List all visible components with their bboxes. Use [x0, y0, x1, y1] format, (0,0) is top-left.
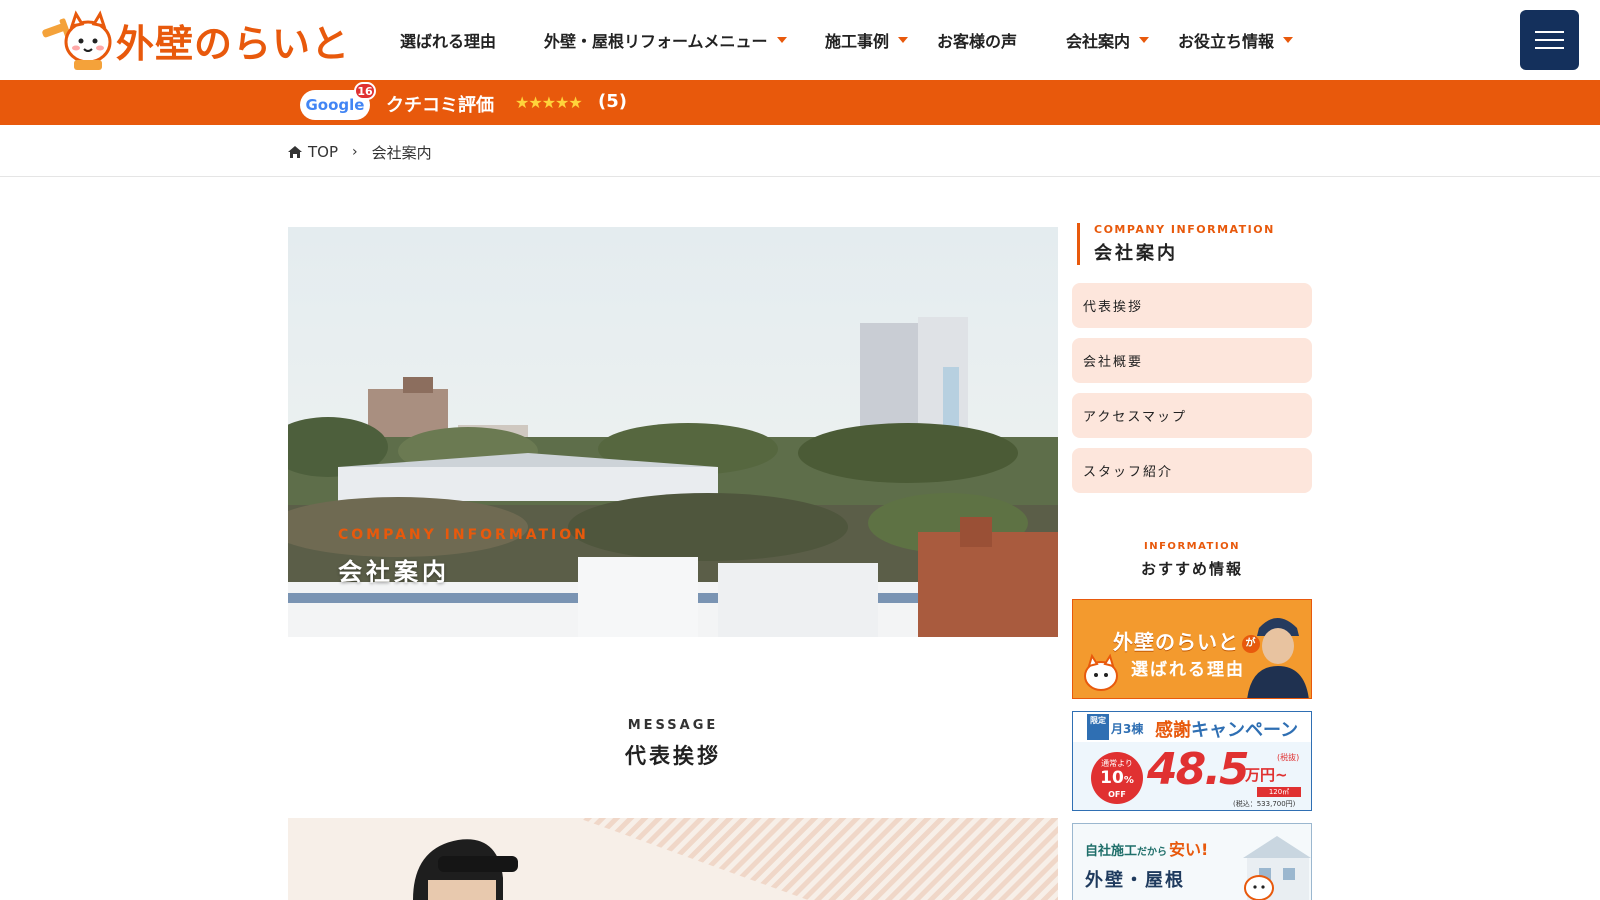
nav-label: お客様の声	[937, 32, 1018, 51]
sidebar-heading: COMPANY INFORMATION 会社案内	[1077, 223, 1275, 265]
nav-item-company[interactable]: 会社案内	[1066, 28, 1178, 52]
message-subtitle: MESSAGE	[627, 718, 719, 733]
chevron-right-icon: ›	[352, 144, 358, 160]
nav-label: 外壁・屋根リフォームメニュー	[544, 32, 768, 51]
house-illustration-icon	[1243, 836, 1311, 900]
review-score: (5)	[598, 91, 627, 112]
banner-self-line1: 自社施工だから 安い!	[1085, 836, 1208, 860]
nav-item-reasons[interactable]: 選ばれる理由	[400, 28, 544, 52]
caret-down-icon	[1283, 37, 1294, 43]
star-rating: ★★★★★	[515, 93, 583, 112]
review-bar[interactable]	[0, 80, 1600, 125]
sidebar-link-message[interactable]: 代表挨拶	[1072, 283, 1312, 328]
banner-self-line1b: だから	[1137, 847, 1168, 858]
home-icon	[288, 146, 302, 158]
staff-photo-icon	[1247, 618, 1309, 698]
sidebar-title: 会社案内	[1094, 243, 1178, 264]
nav-label: 施工事例	[825, 32, 890, 51]
sidebar-link-staff[interactable]: スタッフ紹介	[1072, 448, 1312, 493]
review-label: クチコミ評価	[386, 95, 494, 116]
representative-photo	[288, 818, 1058, 900]
nav-label: 会社案内	[1066, 32, 1131, 51]
discount-badge: 通常より 10% OFF	[1091, 752, 1143, 804]
banner-self-line1c: 安い!	[1169, 840, 1209, 859]
breadcrumb-home[interactable]: TOP	[308, 143, 338, 161]
banner-self-construction[interactable]: 自社施工だから 安い! 外壁・屋根	[1072, 823, 1312, 900]
mascot-logo-icon	[40, 8, 114, 72]
google-logo-text: Google	[305, 96, 365, 114]
banner-campaign[interactable]: 限定 月3棟 感謝キャンペーン 通常より 10% OFF 48.5 万円~ (税…	[1072, 711, 1312, 811]
campaign-price-unit: 万円~	[1245, 766, 1288, 784]
caret-down-icon	[776, 37, 787, 43]
caret-down-icon	[898, 37, 909, 43]
badge-pct: 10%	[1091, 769, 1143, 790]
badge-pct-unit: %	[1123, 775, 1134, 786]
sidebar-link-access[interactable]: アクセスマップ	[1072, 393, 1312, 438]
banner-reasons-line1: 外壁のらいとが	[1113, 626, 1260, 655]
hero-subtitle: COMPANY INFORMATION	[338, 527, 589, 543]
breadcrumb-current: 会社案内	[371, 143, 432, 162]
banner-campaign-limited: 限定	[1087, 714, 1109, 740]
banner-campaign-title-b: キャンペーン	[1191, 720, 1299, 741]
nav-label: 選ばれる理由	[400, 32, 497, 51]
hamburger-icon-bar	[1535, 47, 1564, 49]
badge-pct-value: 10	[1100, 768, 1124, 788]
banner-reasons[interactable]: 外壁のらいとが 選ばれる理由	[1072, 599, 1312, 699]
nav-item-voices[interactable]: お客様の声	[937, 28, 1066, 52]
mascot-icon	[1084, 653, 1118, 691]
representative-photo-art	[413, 818, 1058, 900]
info-title: おすすめ情報	[1140, 560, 1243, 578]
hamburger-menu-button[interactable]	[1520, 10, 1579, 70]
nav-label: お役立ち情報	[1178, 32, 1275, 51]
review-count-badge: 16	[354, 82, 376, 100]
caret-down-icon	[1139, 37, 1150, 43]
global-nav: 選ばれる理由 外壁・屋根リフォームメニュー 施工事例 お客様の声 会社案内 お役…	[400, 0, 1294, 80]
banner-campaign-title: 感謝キャンペーン	[1155, 716, 1298, 742]
nav-item-reform-menu[interactable]: 外壁・屋根リフォームメニュー	[544, 28, 825, 52]
breadcrumb: TOP › 会社案内	[287, 140, 432, 164]
banner-reasons-line2: 選ばれる理由	[1131, 660, 1245, 680]
hamburger-icon	[1535, 31, 1564, 33]
campaign-price: 48.5	[1147, 744, 1250, 795]
banner-campaign-title-a: 感謝	[1155, 720, 1191, 741]
divider	[0, 176, 1600, 177]
logo-text: 外壁のらいと	[116, 21, 351, 66]
message-title: 代表挨拶	[625, 744, 721, 768]
campaign-area: 120㎡	[1257, 787, 1301, 797]
badge-off: OFF	[1108, 790, 1126, 799]
banner-self-line2: 外壁・屋根	[1085, 870, 1185, 891]
nav-item-useful-info[interactable]: お役立ち情報	[1178, 28, 1294, 52]
banner-self-line1a: 自社施工	[1085, 844, 1138, 859]
sidebar-subtitle: COMPANY INFORMATION	[1094, 223, 1275, 236]
banner-campaign-monthly: 月3棟	[1111, 722, 1144, 736]
nav-item-works[interactable]: 施工事例	[825, 28, 937, 52]
site-header: 外壁のらいと 選ばれる理由 外壁・屋根リフォームメニュー 施工事例 お客様の声 …	[0, 0, 1600, 80]
sidebar-link-overview[interactable]: 会社概要	[1072, 338, 1312, 383]
hero-image: COMPANY INFORMATION 会社案内	[288, 227, 1058, 637]
hero-title: 会社案内	[338, 558, 450, 586]
campaign-tax-in: (税込：533,700円)	[1233, 800, 1296, 808]
site-logo[interactable]: 外壁のらいと	[40, 8, 350, 72]
campaign-tax: (税抜)	[1277, 753, 1300, 762]
hamburger-icon-bar	[1535, 39, 1564, 41]
banner-reasons-brand: 外壁のらいと	[1113, 630, 1239, 654]
info-subtitle: INFORMATION	[1144, 541, 1240, 552]
